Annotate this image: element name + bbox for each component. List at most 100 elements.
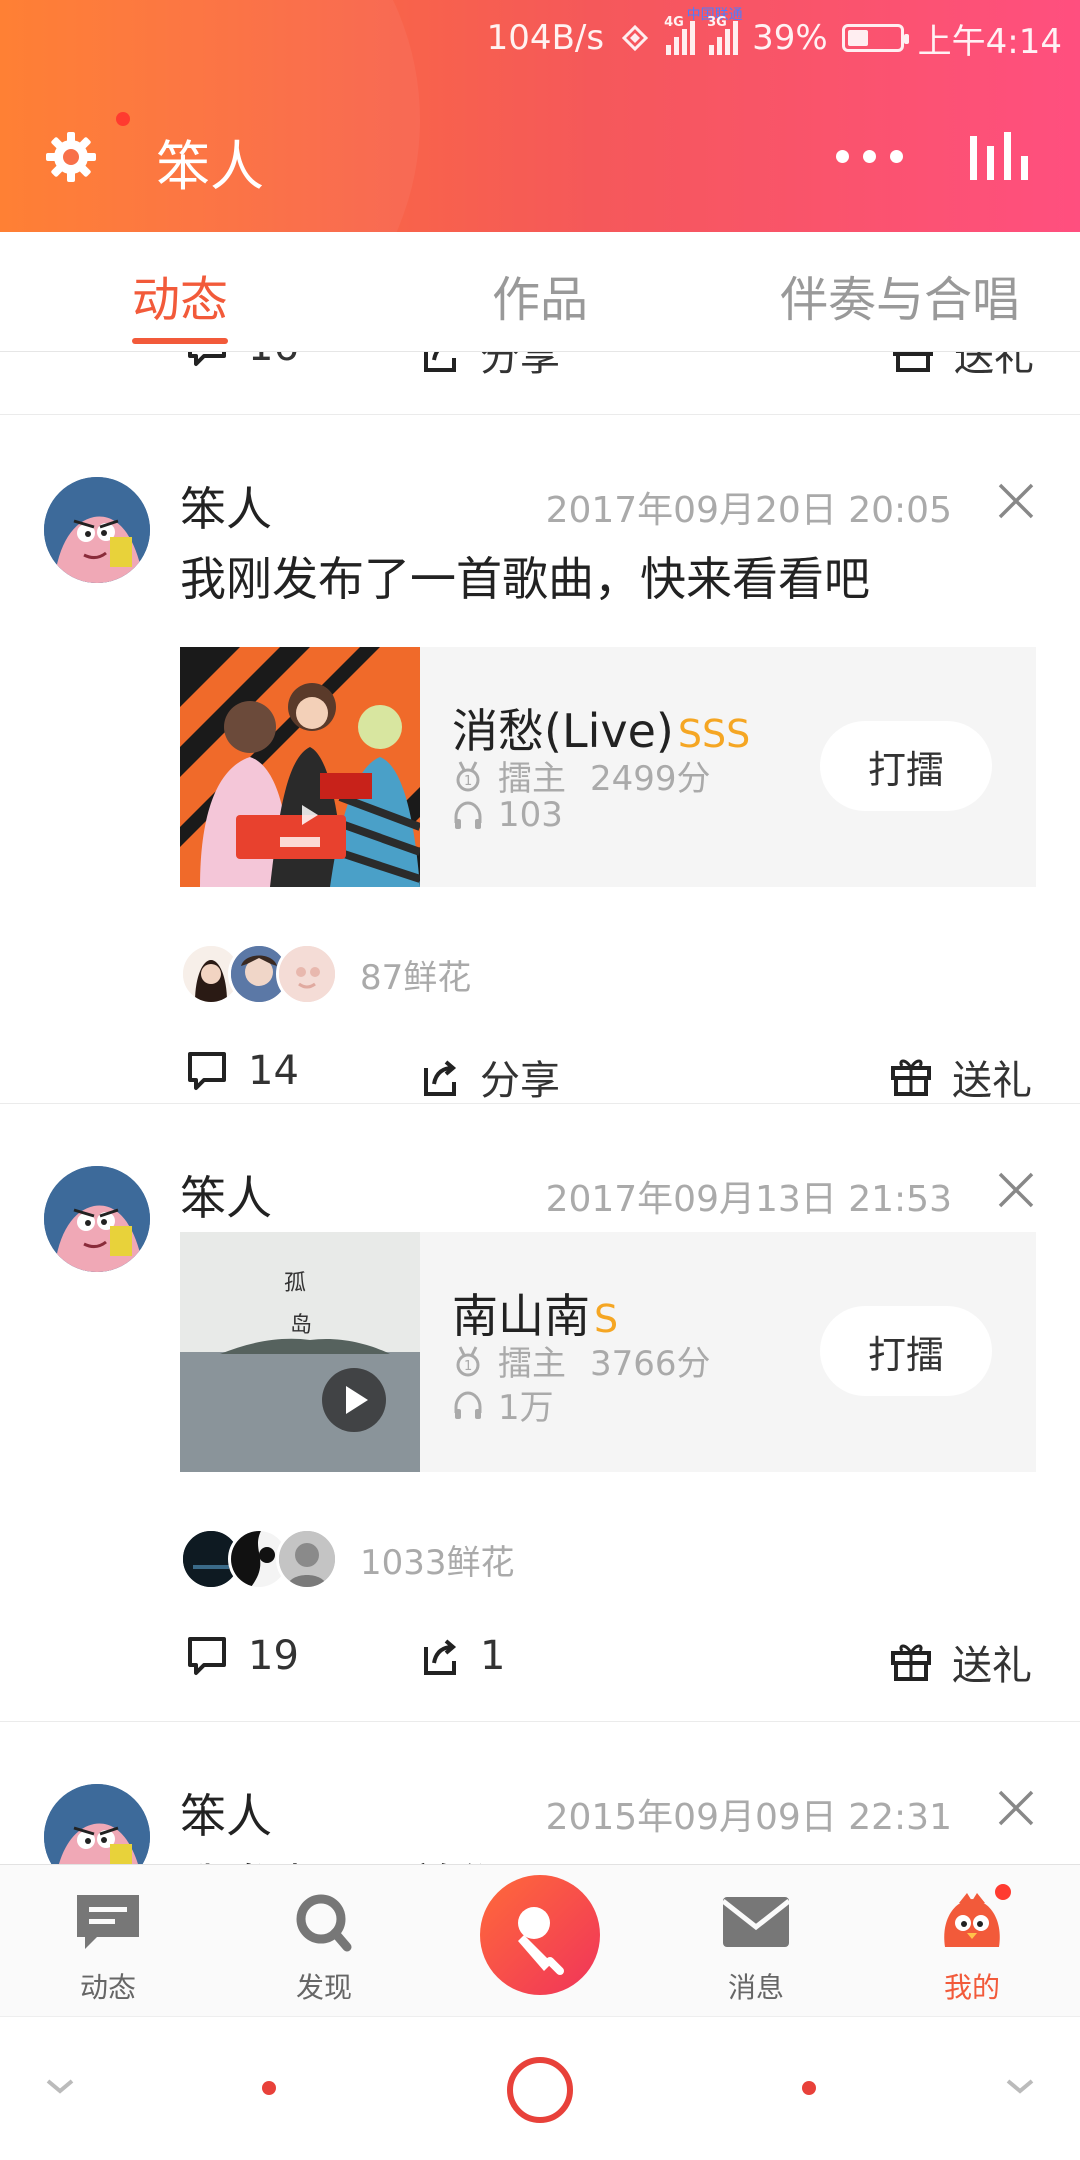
share-button[interactable]: 分享	[416, 1048, 560, 1106]
avatar[interactable]	[44, 1784, 150, 1864]
nav-profile-label: 我的	[943, 1971, 1000, 2004]
comment-icon	[188, 352, 226, 366]
recents-dot[interactable]	[802, 2081, 816, 2095]
medal-icon: 1	[456, 1345, 480, 1376]
gift-senders[interactable]: 1033鲜花	[180, 1528, 515, 1590]
chevron-down-icon[interactable]	[44, 2077, 76, 2097]
close-icon[interactable]	[996, 1170, 1036, 1210]
signal-4g-icon: 4G	[664, 15, 696, 55]
nav-feed-label: 动态	[79, 1971, 136, 2004]
comment-count: 14	[248, 1048, 299, 1094]
nav-messages-label: 消息	[727, 1971, 784, 2004]
comment-button[interactable]: 16	[184, 352, 299, 370]
app-header: 中国联通 104B/s 4G 3G 39% 上午4:14 笨人	[0, 0, 1080, 232]
song-grade: SSS	[677, 712, 751, 756]
gift-label: 送礼	[952, 1643, 1032, 1689]
share-count: 1	[480, 1633, 506, 1679]
gift-button[interactable]: 送礼	[888, 1048, 1032, 1106]
song-cover[interactable]	[180, 647, 420, 887]
gift-icon	[891, 1644, 931, 1681]
active-tab-indicator	[132, 338, 228, 344]
search-icon	[296, 1894, 352, 1952]
share-label: 分享	[480, 352, 560, 380]
gift-label: 送礼	[954, 352, 1034, 380]
home-button[interactable]	[507, 2057, 573, 2123]
challenge-button[interactable]: 打擂	[820, 721, 992, 811]
challenge-button[interactable]: 打擂	[820, 1306, 992, 1396]
cover-text: 岛	[290, 1313, 312, 1338]
chevron-down-icon[interactable]	[1004, 2077, 1036, 2097]
cover-text: 孤	[284, 1271, 306, 1296]
comment-count: 16	[248, 352, 299, 370]
comment-button[interactable]: 19	[184, 1633, 299, 1679]
song-card[interactable]: 消愁(Live) SSS 1 擂主 2499分 103 打擂	[180, 647, 1036, 887]
tab-works[interactable]: 作品	[492, 260, 588, 330]
gift-sender-avatar[interactable]	[276, 943, 338, 1005]
post-author[interactable]: 笨人	[180, 1162, 272, 1228]
gift-sender-avatar[interactable]	[276, 1528, 338, 1590]
bars-icon[interactable]	[970, 132, 1030, 180]
song-score: 2499分	[590, 759, 711, 799]
flower-count: 1033鲜花	[360, 1542, 515, 1583]
feed-list[interactable]: 16 分享 送礼 笨人 2017年09月20日 20:05 我	[0, 352, 1080, 1864]
battery-percent: 39%	[752, 18, 828, 58]
gift-label: 送礼	[952, 1058, 1032, 1104]
song-title-text: 南山南	[452, 1289, 590, 1343]
song-title-text: 消愁(Live)	[452, 704, 674, 758]
song-rank-row: 1 擂主 3766分	[452, 1336, 711, 1385]
avatar[interactable]	[44, 477, 150, 583]
feed-post: 笨人 2017年09月13日 21:53 孤 岛 南山南 S 1 擂主 3766…	[0, 1104, 1080, 1728]
comment-count: 19	[248, 1633, 299, 1679]
close-icon[interactable]	[996, 1788, 1036, 1828]
nav-profile[interactable]: 我的	[912, 1891, 1032, 2006]
post-text: 我刚发布了一首歌曲，快来看看吧	[180, 552, 870, 606]
song-plays-row: 1万	[452, 1380, 554, 1429]
notification-dot	[992, 1881, 1014, 1903]
nav-discover[interactable]: 发现	[264, 1891, 384, 2006]
battery-fill	[847, 30, 868, 46]
close-icon[interactable]	[996, 481, 1036, 521]
gift-button[interactable]: 送礼	[888, 1633, 1032, 1691]
gear-icon[interactable]	[44, 130, 98, 184]
song-plays-row: 103	[452, 795, 563, 835]
avatar[interactable]	[44, 1166, 150, 1272]
battery-icon	[841, 24, 909, 52]
gift-icon	[893, 352, 933, 372]
comment-icon	[188, 1637, 226, 1675]
share-button[interactable]: 1	[416, 1633, 505, 1679]
microphone-button[interactable]	[480, 1875, 600, 1995]
post-actions: 14 分享 送礼	[0, 1038, 1080, 1104]
song-card[interactable]: 孤 岛 南山南 S 1 擂主 3766分 1万 打擂	[180, 1232, 1036, 1472]
song-score: 3766分	[590, 1344, 711, 1384]
comment-icon	[188, 1052, 226, 1090]
post-time: 2017年09月20日 20:05	[545, 490, 952, 531]
feed-icon	[77, 1895, 139, 1949]
song-role: 擂主	[498, 1344, 566, 1384]
share-button[interactable]: 分享	[416, 352, 560, 382]
medal-icon: 1	[456, 760, 480, 791]
tab-accompaniment[interactable]: 伴奏与合唱	[780, 260, 1020, 330]
gift-button[interactable]: 送礼	[890, 352, 1034, 382]
song-grade: S	[594, 1297, 619, 1341]
share-label: 分享	[480, 1058, 560, 1104]
share-icon	[424, 352, 456, 372]
back-dot[interactable]	[262, 2081, 276, 2095]
nav-feed[interactable]: 动态	[48, 1891, 168, 2006]
signal-4g-label: 4G	[664, 15, 684, 30]
song-cover[interactable]: 孤 岛	[180, 1232, 420, 1472]
more-icon[interactable]	[836, 150, 903, 163]
tab-feed[interactable]: 动态	[132, 260, 228, 330]
nav-discover-label: 发现	[295, 1971, 352, 2004]
post-author[interactable]: 笨人	[180, 473, 272, 539]
bottom-nav: 动态 发现 消息 我的	[0, 1864, 1080, 2016]
headphones-icon	[454, 801, 482, 829]
post-author[interactable]: 笨人	[180, 1780, 272, 1846]
comment-button[interactable]: 14	[184, 1048, 299, 1094]
tab-bar: 动态 作品 伴奏与合唱	[0, 232, 1080, 352]
partial-post-actions: 16 分享 送礼	[0, 352, 1080, 414]
nav-messages[interactable]: 消息	[696, 1891, 816, 2006]
gift-senders[interactable]: 87鲜花	[180, 943, 471, 1005]
gift-icon	[891, 1059, 931, 1096]
flower-count: 87鲜花	[360, 957, 472, 998]
song-plays: 103	[498, 795, 563, 835]
